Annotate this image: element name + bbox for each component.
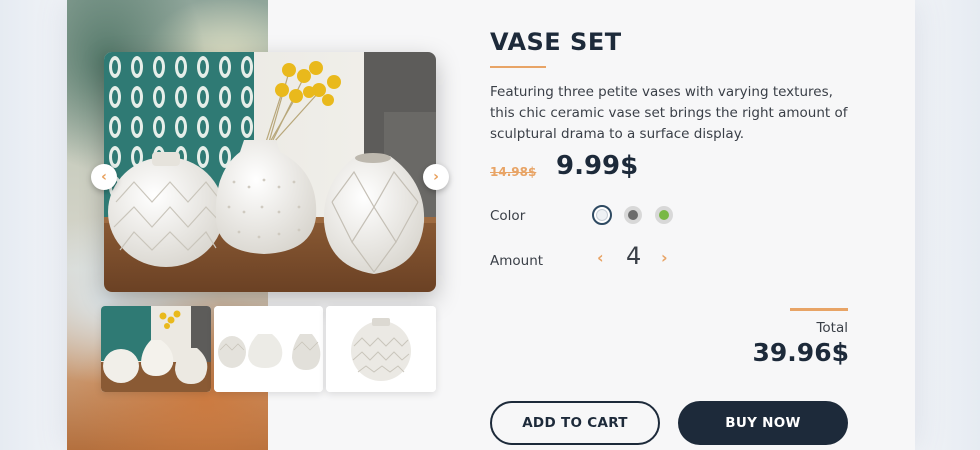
color-swatch-green[interactable] xyxy=(655,206,673,224)
swatch-dot xyxy=(628,210,638,220)
chevron-left-icon: ‹ xyxy=(101,169,107,185)
title-underline xyxy=(490,66,546,68)
total-label: Total xyxy=(816,320,848,336)
old-price: 14.98$ xyxy=(490,165,537,179)
current-price: 9.99$ xyxy=(556,151,639,181)
thumbnail-strip xyxy=(101,306,437,392)
color-label: Color xyxy=(490,208,526,224)
decrease-amount-button[interactable]: ‹ xyxy=(597,248,604,267)
amount-value: 4 xyxy=(626,242,642,270)
total-divider xyxy=(790,308,848,311)
chevron-left-icon: ‹ xyxy=(597,248,604,267)
total-value: 39.96$ xyxy=(752,338,849,367)
next-image-button[interactable]: › xyxy=(423,164,449,190)
color-swatch-gray[interactable] xyxy=(624,206,642,224)
thumbnail-3[interactable] xyxy=(326,306,437,392)
increase-amount-button[interactable]: › xyxy=(661,248,668,267)
amount-label: Amount xyxy=(490,253,544,269)
swatch-dot xyxy=(659,210,669,220)
main-product-image xyxy=(104,52,436,292)
thumbnail-2[interactable] xyxy=(213,306,324,392)
previous-image-button[interactable]: ‹ xyxy=(91,164,117,190)
product-description: Featuring three petite vases with varyin… xyxy=(490,84,848,142)
thumbnail-1[interactable] xyxy=(101,306,211,392)
product-title: VASE SET xyxy=(490,28,622,56)
chevron-right-icon: › xyxy=(433,169,439,185)
chevron-right-icon: › xyxy=(661,248,668,267)
buy-now-button[interactable]: BUY NOW xyxy=(678,401,848,445)
add-to-cart-button[interactable]: ADD TO CART xyxy=(490,401,660,445)
color-swatch-white[interactable] xyxy=(592,205,612,225)
product-card: ‹ › VASE SET Featuring three petite vase… xyxy=(67,0,915,450)
swatch-dot xyxy=(596,209,608,221)
